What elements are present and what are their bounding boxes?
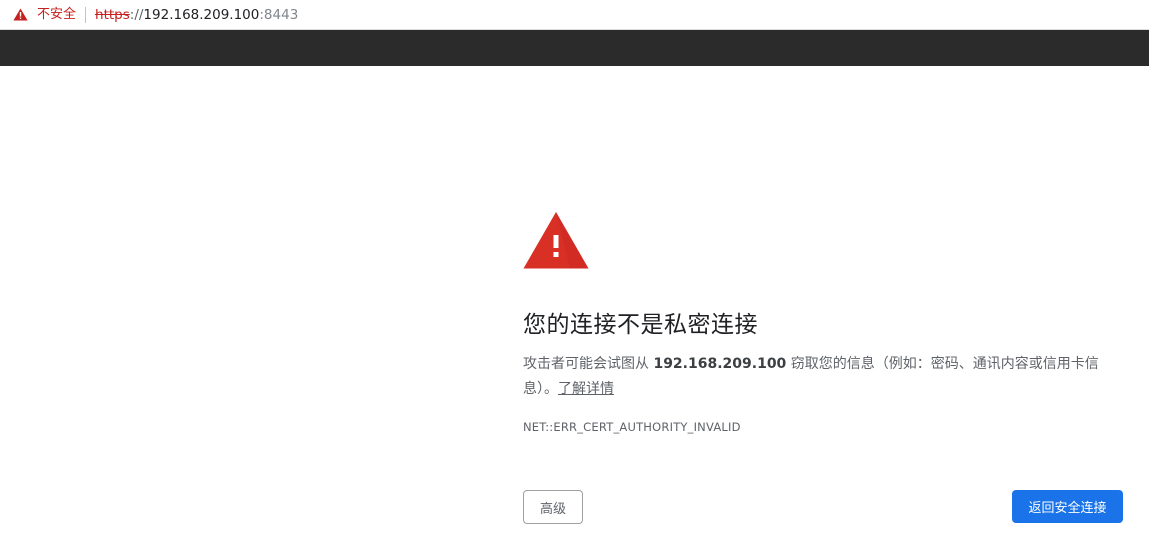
security-label: 不安全 — [37, 6, 77, 22]
url-port: :8443 — [259, 6, 299, 23]
url-scheme: https — [95, 6, 130, 23]
page-title: 您的连接不是私密连接 — [523, 312, 758, 338]
url-separator: :// — [129, 6, 144, 23]
explanation-text: 攻击者可能会试图从 192.168.209.100 窃取您的信息（例如：密码、通… — [523, 352, 1115, 402]
address-bar: 不安全 https://192.168.209.100:8443 — [0, 0, 1149, 30]
explanation-before: 攻击者可能会试图从 — [523, 356, 654, 372]
url-input[interactable]: https://192.168.209.100:8443 — [95, 0, 298, 30]
interstitial-content: 您的连接不是私密连接 攻击者可能会试图从 192.168.209.100 窃取您… — [523, 211, 1123, 435]
warning-triangle-icon — [13, 8, 28, 21]
explanation-host: 192.168.209.100 — [653, 356, 787, 372]
security-indicator[interactable]: 不安全 — [0, 0, 76, 30]
error-code: NET::ERR_CERT_AUTHORITY_INVALID — [523, 420, 741, 434]
url-divider — [85, 6, 87, 23]
back-to-safety-button[interactable]: 返回安全连接 — [1012, 490, 1123, 523]
learn-more-link[interactable]: 了解详情 — [558, 381, 614, 397]
large-warning-triangle-icon — [523, 212, 589, 269]
url-host: 192.168.209.100 — [143, 6, 260, 23]
advanced-button[interactable]: 高级 — [523, 490, 583, 524]
toolbar-strip — [0, 30, 1149, 66]
